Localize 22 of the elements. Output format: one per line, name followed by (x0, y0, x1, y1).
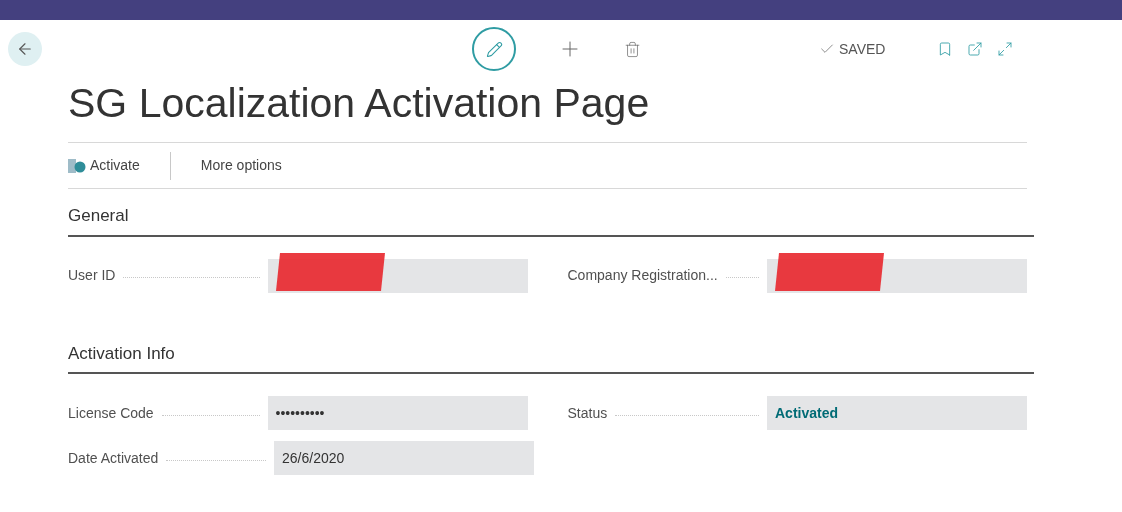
trash-icon (624, 40, 641, 58)
delete-button[interactable] (624, 40, 641, 58)
field-label: Status (567, 403, 608, 423)
activate-icon (68, 158, 86, 173)
action-button[interactable]: Activate (68, 155, 140, 176)
back-button[interactable] (8, 32, 42, 66)
input-field[interactable]: Activated (767, 396, 1027, 430)
field-label: User ID (68, 266, 116, 285)
field-label: License Code (68, 403, 154, 423)
input-field[interactable]: •••••••••• (267, 396, 528, 430)
edit-button[interactable] (472, 27, 516, 71)
field-label: Date Activated (68, 448, 159, 468)
input-field[interactable]: 26/6/2020 (274, 441, 534, 475)
section-header[interactable]: Activation Info (68, 340, 1034, 374)
section-header[interactable]: General (68, 203, 1034, 237)
save-status: SAVED (819, 38, 886, 60)
page-title: SG Localization Activation Page (68, 74, 1027, 143)
action-button[interactable]: More options (200, 155, 282, 176)
field-label: Company Registration... (567, 266, 718, 285)
open-window-icon[interactable] (967, 41, 984, 57)
pencil-icon (485, 40, 503, 58)
expand-icon[interactable] (997, 41, 1014, 57)
